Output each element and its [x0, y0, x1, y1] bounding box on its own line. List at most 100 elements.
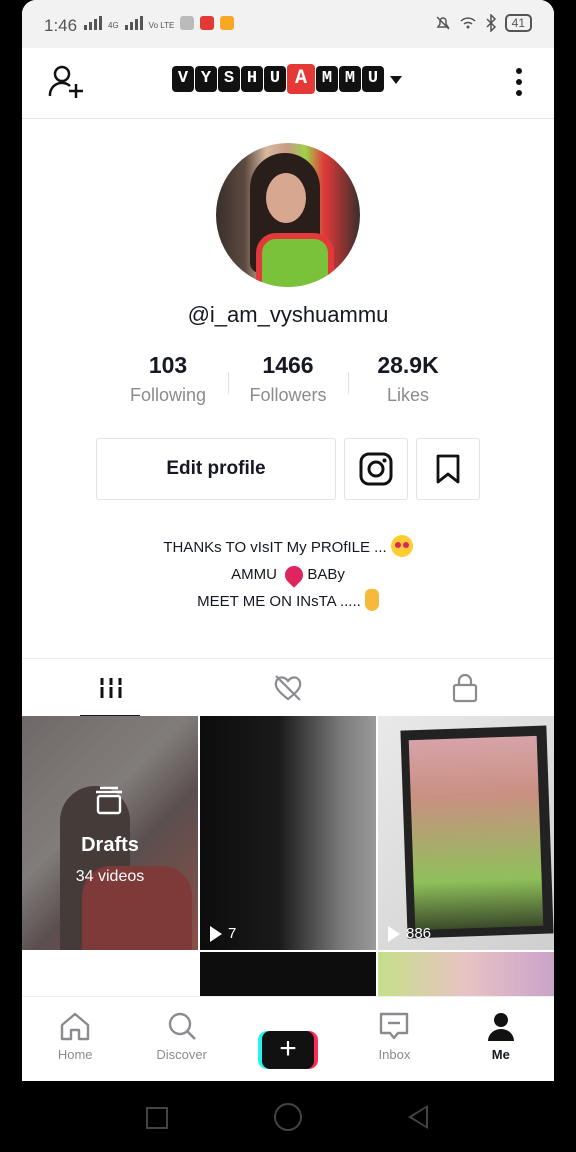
signal-icon [84, 14, 102, 30]
video-tile[interactable]: 7 [200, 716, 376, 950]
stat-followers[interactable]: 1466 Followers [228, 352, 348, 406]
instagram-button[interactable] [344, 438, 408, 500]
view-count: 7 [210, 925, 236, 942]
tab-videos[interactable] [22, 659, 199, 717]
bio-line: THANKs TO vIsIT My PROfILE ... [22, 534, 554, 561]
bio: THANKs TO vIsIT My PROfILE ... AMMU BABy… [22, 534, 554, 615]
favorites-button[interactable] [416, 438, 480, 500]
view-count-value: 886 [406, 925, 432, 942]
title-letter: V [172, 66, 194, 92]
drafts-overlay [22, 716, 198, 950]
video-thumbnail-photo [408, 735, 544, 931]
bookmark-icon [436, 454, 460, 484]
youtube-icon [200, 16, 215, 30]
tab-liked[interactable] [199, 659, 376, 717]
nav-me[interactable]: Me [448, 997, 554, 1081]
title-letter: M [339, 66, 361, 92]
status-left-icons: 4G Vo LTE [84, 14, 235, 30]
heart-emoji-icon [281, 562, 307, 588]
drafts-tile[interactable]: Drafts 34 videos [22, 716, 198, 950]
stat-value: 28.9K [377, 352, 439, 378]
network-label: 4G [108, 21, 119, 30]
create-button[interactable]: + [258, 1031, 319, 1069]
app-notification-icon [220, 16, 235, 30]
home-system-icon[interactable] [274, 1103, 302, 1131]
nav-label: Home [57, 1047, 93, 1062]
drafts-box-icon [96, 786, 122, 815]
account-switcher[interactable]: V Y S H U A M M U [172, 64, 402, 94]
video-tile[interactable]: 886 [378, 716, 554, 950]
signal-icon-2 [124, 14, 143, 30]
inbox-icon [380, 1012, 409, 1040]
bio-text: AMMU [231, 566, 277, 583]
mute-icon [436, 16, 450, 30]
more-options-icon[interactable] [516, 68, 524, 101]
username: @i_am_vyshuammu [187, 302, 389, 327]
status-bar: 1:46 4G Vo LTE 41 [22, 0, 554, 48]
video-tile[interactable] [378, 952, 554, 996]
profile-header: V Y S H U A M M U [22, 48, 554, 119]
nav-label: Discover [156, 1047, 207, 1062]
battery-icon: 41 [504, 14, 532, 32]
stat-label: Followers [249, 385, 327, 405]
avatar-face [266, 173, 306, 223]
stat-likes[interactable]: 28.9K Likes [348, 352, 468, 406]
avatar-dress [256, 233, 334, 287]
edit-profile-button[interactable]: Edit profile [96, 438, 336, 500]
back-icon[interactable] [408, 1105, 428, 1129]
profile-actions: Edit profile [96, 438, 480, 500]
bio-text: BABy [307, 566, 345, 583]
search-icon [168, 1012, 196, 1040]
nav-create[interactable]: + [235, 997, 341, 1081]
lock-icon [453, 673, 478, 703]
title-letter: S [218, 66, 240, 92]
stat-value: 1466 [262, 352, 314, 378]
profile-stats: 103 Following 1466 Followers 28.9K Likes [108, 352, 468, 406]
bio-text: MEET ME ON INsTA ..... [197, 593, 361, 610]
video-tile[interactable] [200, 952, 376, 996]
status-time: 1:46 [44, 16, 78, 35]
profile-icon [487, 1013, 514, 1041]
home-icon [61, 1012, 90, 1041]
drafts-count: 34 videos [75, 868, 145, 885]
liked-hidden-icon [274, 675, 302, 701]
plus-icon: + [262, 1031, 315, 1069]
add-user-icon[interactable] [48, 64, 84, 100]
account-name: V Y S H U A M M U [172, 64, 384, 94]
view-count-value: 7 [228, 925, 237, 942]
avatar[interactable] [216, 143, 360, 287]
stat-label: Following [129, 385, 207, 405]
bluetooth-icon [486, 14, 496, 32]
bottom-navigation: Home Discover + Inbox Me [22, 996, 554, 1081]
nav-label: Me [491, 1047, 510, 1062]
stat-following[interactable]: 103 Following [108, 352, 228, 406]
title-letter: U [362, 66, 384, 92]
stat-label: Likes [386, 385, 430, 405]
nav-home[interactable]: Home [22, 997, 128, 1081]
chevron-down-icon [390, 76, 402, 84]
stat-value: 103 [148, 352, 188, 378]
video-grid: Drafts 34 videos 7 886 [22, 716, 554, 996]
title-letter-highlight: A [287, 64, 315, 94]
title-letter: H [241, 66, 263, 92]
bio-text: THANKs TO vIsIT My PROfILE ... [163, 539, 387, 556]
wifi-off-icon [460, 17, 476, 29]
nav-inbox[interactable]: Inbox [341, 997, 447, 1081]
content-tabs [22, 658, 554, 717]
heart-eyes-emoji-icon [390, 535, 413, 557]
phone-screen: 1:46 4G Vo LTE 41 V Y S H U A M M U @i_a… [22, 0, 554, 1081]
bio-line: MEET ME ON INsTA ..... [22, 588, 554, 615]
system-navigation-bar [0, 1081, 576, 1152]
play-icon [210, 925, 222, 942]
status-right-icons: 41 [435, 14, 532, 32]
video-tile [22, 952, 198, 996]
nav-discover[interactable]: Discover [128, 997, 234, 1081]
title-letter: U [264, 66, 286, 92]
recents-icon[interactable] [146, 1107, 168, 1129]
title-letter: Y [195, 66, 217, 92]
view-count: 886 [388, 925, 431, 942]
tab-private[interactable] [377, 659, 554, 717]
title-letter: M [316, 66, 338, 92]
pointing-hand-emoji-icon [364, 589, 379, 611]
instagram-icon [359, 452, 393, 486]
